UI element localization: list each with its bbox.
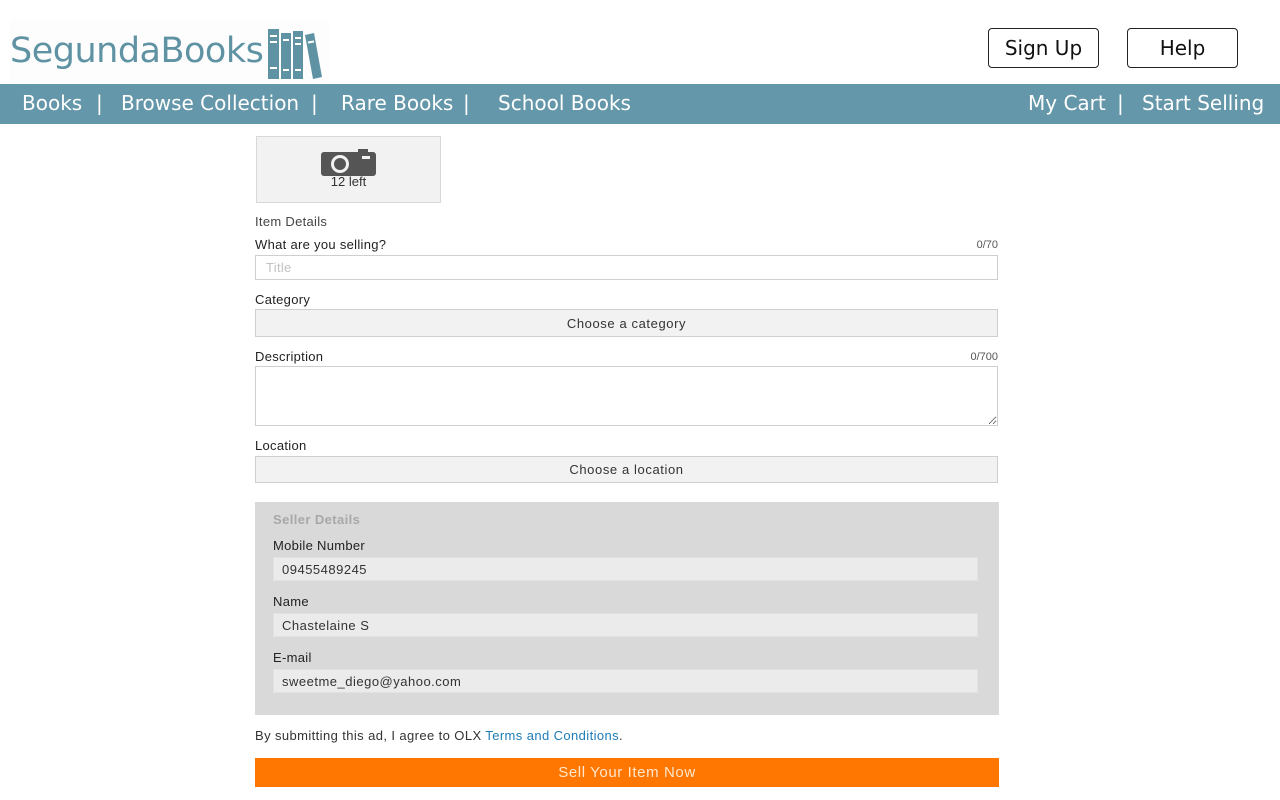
nav-separator: | (96, 91, 103, 115)
nav-separator: | (463, 91, 470, 115)
nav-rare-books[interactable]: Rare Books (341, 84, 453, 124)
location-label: Location (255, 438, 307, 453)
category-select[interactable]: Choose a category (255, 309, 998, 337)
nav-start-selling[interactable]: Start Selling (1142, 84, 1264, 124)
books-logo-icon (267, 23, 323, 79)
help-button[interactable]: Help (1127, 28, 1238, 68)
nav-browse-collection[interactable]: Browse Collection (121, 84, 299, 124)
main-nav-bar: Books | Browse Collection | Rare Books |… (0, 84, 1280, 124)
description-char-counter: 0/700 (970, 351, 998, 363)
category-label: Category (255, 292, 311, 307)
site-logo[interactable]: SegundaBooks (10, 20, 330, 82)
name-field[interactable] (273, 613, 978, 637)
nav-school-books[interactable]: School Books (498, 84, 631, 124)
sell-item-submit-button[interactable]: Sell Your Item Now (255, 758, 999, 787)
location-select[interactable]: Choose a location (255, 456, 998, 483)
nav-books[interactable]: Books (22, 84, 82, 124)
sign-up-button[interactable]: Sign Up (988, 28, 1099, 68)
item-details-heading: Item Details (255, 214, 328, 229)
mobile-number-label: Mobile Number (273, 538, 366, 553)
terms-suffix: . (619, 728, 624, 743)
nav-separator: | (311, 91, 318, 115)
photo-upload-button[interactable]: 12 left (256, 136, 441, 203)
terms-text: By submitting this ad, I agree to OLX Te… (255, 728, 623, 743)
email-label: E-mail (273, 650, 312, 665)
title-label: What are you selling? (255, 237, 387, 252)
nav-my-cart[interactable]: My Cart (1028, 84, 1106, 124)
description-textarea[interactable] (255, 366, 998, 426)
mobile-number-field[interactable] (273, 557, 978, 581)
name-label: Name (273, 594, 309, 609)
nav-separator: | (1117, 91, 1124, 115)
email-field[interactable] (273, 669, 978, 693)
title-char-counter: 0/70 (976, 239, 998, 251)
terms-prefix: By submitting this ad, I agree to OLX (255, 728, 486, 743)
description-label: Description (255, 349, 324, 364)
seller-details-panel: Seller Details Mobile Number Name E-mail (255, 502, 999, 715)
logo-text: SegundaBooks (10, 31, 264, 71)
title-input[interactable] (255, 255, 998, 280)
terms-link[interactable]: Terms and Conditions (485, 728, 619, 743)
seller-details-heading: Seller Details (273, 512, 361, 527)
photos-remaining: 12 left (330, 174, 367, 189)
